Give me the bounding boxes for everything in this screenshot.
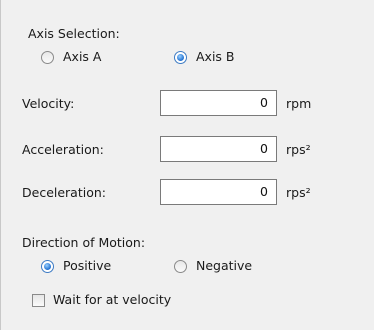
positive-label[interactable]: Positive (63, 258, 111, 274)
wait-for-velocity-checkbox[interactable] (32, 294, 45, 307)
axis-b-radio[interactable] (174, 51, 187, 64)
positive-radio[interactable] (41, 260, 54, 273)
acceleration-label: Acceleration: (22, 142, 104, 157)
deceleration-label: Deceleration: (22, 185, 106, 200)
deceleration-input[interactable]: 0 (160, 179, 277, 205)
acceleration-unit: rps² (286, 142, 311, 157)
axis-a-label[interactable]: Axis A (63, 49, 101, 65)
axis-a-radio[interactable] (41, 51, 54, 64)
radio-selected-dot (177, 54, 184, 61)
acceleration-input[interactable]: 0 (160, 136, 277, 162)
deceleration-unit: rps² (286, 185, 311, 200)
velocity-unit: rpm (286, 96, 312, 111)
negative-label[interactable]: Negative (196, 258, 252, 274)
axis-selection-title: Axis Selection: (28, 26, 120, 41)
velocity-input[interactable]: 0 (160, 90, 277, 116)
velocity-label: Velocity: (22, 96, 75, 111)
axis-b-label[interactable]: Axis B (196, 49, 234, 65)
direction-title: Direction of Motion: (22, 235, 146, 250)
wait-for-velocity-label[interactable]: Wait for at velocity (53, 292, 171, 308)
motion-settings-panel: Axis Selection: Axis A Axis B Velocity: … (0, 0, 374, 330)
radio-selected-dot (44, 263, 51, 270)
negative-radio[interactable] (174, 260, 187, 273)
